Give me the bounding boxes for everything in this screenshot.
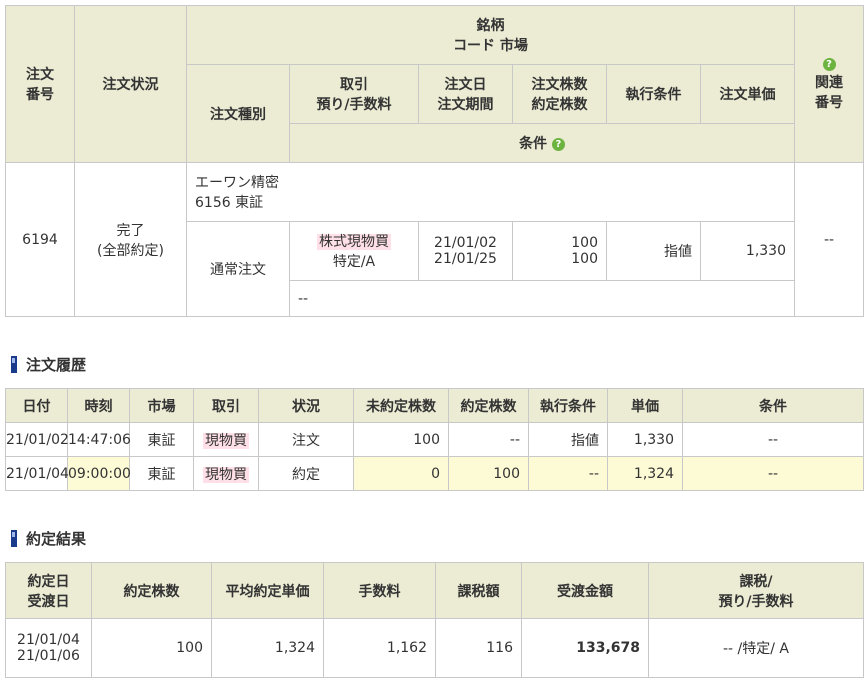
issue-header: 銘柄 コード 市場 [186,5,795,65]
order-status-header: 注文状況 [74,5,187,163]
history-col-filled: 約定株数 [448,388,529,423]
order-detail-table: 注文 番号 注文状況 銘柄 コード 市場 ? 関連 番号 注文種別 取引 預り/手数料 注… [5,5,864,317]
history-col-unfilled: 未約定株数 [353,388,449,423]
table-row: 21/01/02 14:47:06 東証 現物買 注文 100 -- 指値 1,… [5,422,864,457]
result-col-tax: 課税額 [435,562,522,619]
result-avg-price-cell: 1,324 [211,618,324,678]
unit-price-header: 注文単価 [700,64,795,124]
history-header-row: 日付 時刻 市場 取引 状況 未約定株数 約定株数 執行条件 単価 条件 [5,388,864,423]
result-fee-cell: 1,162 [323,618,436,678]
related-no-cell: -- [794,162,864,317]
trade-cell: 株式現物買 特定/A [289,221,419,281]
order-type-cell: 通常注文 [186,221,290,317]
help-icon[interactable]: ? [822,57,836,71]
history-col-status: 状況 [258,388,354,423]
result-col-amount: 受渡金額 [521,562,649,619]
trade-kind-badge: 株式現物買 [317,234,391,250]
order-date-cell: 21/01/02 21/01/25 [418,221,513,281]
condition-cell: -- [289,280,795,317]
history-col-exec-cond: 執行条件 [528,388,608,423]
history-section-title: 注文履歴 [11,354,86,375]
result-col-tax-acct: 課税/預り/手数料 [648,562,864,619]
history-table: 日付 時刻 市場 取引 状況 未約定株数 約定株数 執行条件 単価 条件 21/… [5,388,864,491]
history-col-price: 単価 [607,388,683,423]
result-qty-cell: 100 [91,618,212,678]
section-marker-icon [11,530,17,547]
qty-header: 注文株数 約定株数 [512,64,607,124]
trade-header: 取引 預り/手数料 [289,64,419,124]
result-amount-cell: 133,678 [521,618,649,678]
condition-header: 条件 ? [289,123,795,163]
result-date-cell: 21/01/04 21/01/06 [5,618,92,678]
help-icon[interactable]: ? [551,137,565,151]
table-row: 21/01/04 21/01/06 100 1,324 1,162 116 133… [5,618,864,678]
result-col-fee: 手数料 [323,562,436,619]
exec-cond-cell: 指値 [606,221,701,281]
history-col-condition: 条件 [682,388,864,423]
related-no-header: ? 関連 番号 [794,5,864,163]
order-date-header: 注文日 注文期間 [418,64,513,124]
history-col-date: 日付 [5,388,68,423]
section-marker-icon [11,356,17,373]
order-no-cell: 6194 [5,162,75,317]
order-status-cell: 完了 (全部約定) [74,162,187,317]
issue-cell[interactable]: エーワン精密 6156 東証 [186,162,795,222]
order-type-header: 注文種別 [186,64,290,163]
result-tax-acct-cell: -- /特定/ A [648,618,864,678]
unit-price-cell: 1,330 [700,221,795,281]
result-col-date: 約定日 受渡日 [5,562,92,619]
order-no-header: 注文 番号 [5,5,75,163]
history-col-time: 時刻 [67,388,130,423]
exec-cond-header: 執行条件 [606,64,701,124]
result-col-avg-price: 平均約定単価 [211,562,324,619]
result-col-qty: 約定株数 [91,562,212,619]
history-col-trade: 取引 [193,388,259,423]
result-section-title: 約定結果 [11,528,86,549]
result-header-row: 約定日 受渡日 約定株数 平均約定単価 手数料 課税額 受渡金額 課税/預り/手数… [5,562,864,619]
history-col-market: 市場 [129,388,194,423]
qty-cell: 100 100 [512,221,607,281]
result-tax-cell: 116 [435,618,522,678]
result-table: 約定日 受渡日 約定株数 平均約定単価 手数料 課税額 受渡金額 課税/預り/手数… [5,562,864,678]
table-row: 21/01/04 09:00:00 東証 現物買 約定 0 100 -- 1,3… [5,456,864,491]
